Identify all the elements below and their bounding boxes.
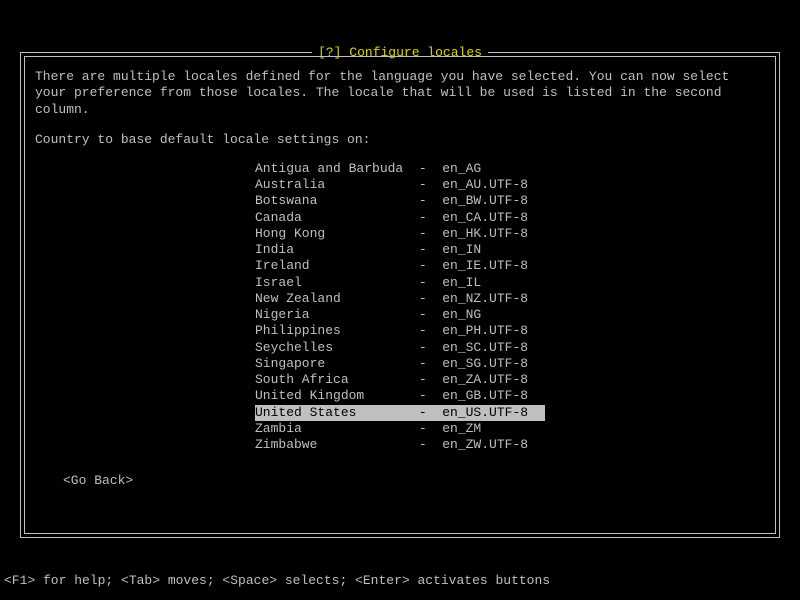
locale-list-item[interactable]: India - en_IN bbox=[255, 242, 545, 258]
footer-help-text: <F1> for help; <Tab> moves; <Space> sele… bbox=[4, 573, 550, 588]
locale-list-item[interactable]: Israel - en_IL bbox=[255, 275, 545, 291]
description-text: There are multiple locales defined for t… bbox=[35, 69, 765, 118]
locale-list-item[interactable]: Philippines - en_PH.UTF-8 bbox=[255, 323, 545, 339]
locale-list-item[interactable]: Ireland - en_IE.UTF-8 bbox=[255, 258, 545, 274]
prompt-text: Country to base default locale settings … bbox=[35, 132, 765, 147]
locale-list-item[interactable]: New Zealand - en_NZ.UTF-8 bbox=[255, 291, 545, 307]
locale-list-item[interactable]: South Africa - en_ZA.UTF-8 bbox=[255, 372, 545, 388]
locale-list-item[interactable]: Zimbabwe - en_ZW.UTF-8 bbox=[255, 437, 545, 453]
locale-list-item[interactable]: Singapore - en_SG.UTF-8 bbox=[255, 356, 545, 372]
locale-list-item[interactable]: United Kingdom - en_GB.UTF-8 bbox=[255, 388, 545, 404]
locale-list-item[interactable]: Antigua and Barbuda - en_AG bbox=[255, 161, 545, 177]
locale-list-item[interactable]: Zambia - en_ZM bbox=[255, 421, 545, 437]
locale-list-item[interactable]: Nigeria - en_NG bbox=[255, 307, 545, 323]
dialog-inner: There are multiple locales defined for t… bbox=[24, 56, 776, 534]
dialog-frame: [?] Configure locales There are multiple… bbox=[20, 52, 780, 538]
go-back-button[interactable]: <Go Back> bbox=[63, 473, 133, 488]
locale-list-item[interactable]: Canada - en_CA.UTF-8 bbox=[255, 210, 545, 226]
locale-list-item[interactable]: Seychelles - en_SC.UTF-8 bbox=[255, 340, 545, 356]
locale-list-item[interactable]: Australia - en_AU.UTF-8 bbox=[255, 177, 545, 193]
locale-list-item[interactable]: United States - en_US.UTF-8 bbox=[255, 405, 545, 421]
locale-list[interactable]: Antigua and Barbuda - en_AG Australia - … bbox=[35, 161, 765, 454]
locale-list-item[interactable]: Botswana - en_BW.UTF-8 bbox=[255, 193, 545, 209]
locale-list-item[interactable]: Hong Kong - en_HK.UTF-8 bbox=[255, 226, 545, 242]
